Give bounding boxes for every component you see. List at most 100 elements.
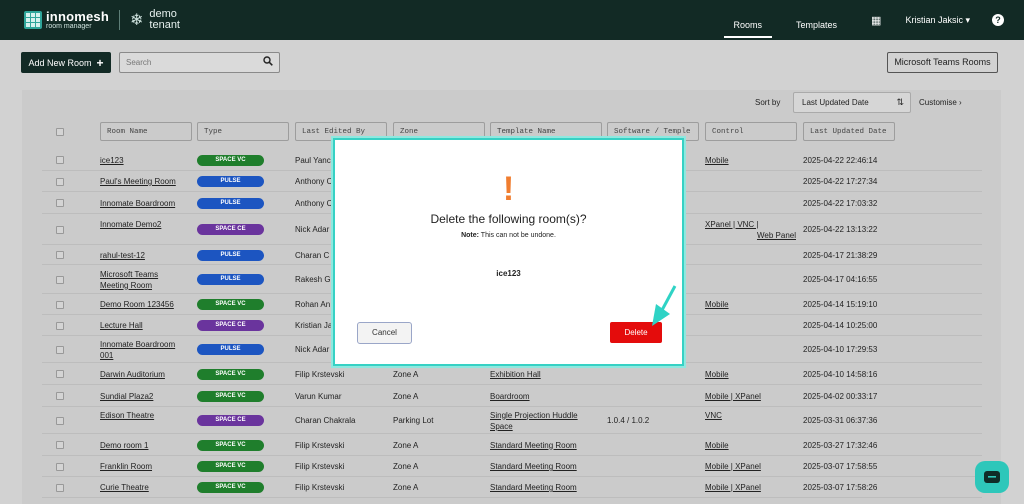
type-badge: SPACE VC [197,368,264,380]
sort-select[interactable]: Last Updated Date ⇅ [793,92,911,113]
row-checkbox[interactable] [56,177,64,186]
brand-name: innomesh [46,9,109,24]
last-updated-date: 2025-04-10 14:58:16 [803,369,878,379]
template-link[interactable]: Exhibition Hall [490,369,605,380]
room-name-link[interactable]: Microsoft Teams [100,269,195,280]
room-name-link[interactable]: Edison Theatre [100,410,195,421]
control-links[interactable]: Mobile [705,440,800,451]
room-name-link[interactable]: Franklin Room [100,461,195,472]
zone: Zone A [393,440,419,450]
control-links[interactable]: XPanel | VNC | [705,219,800,230]
sort-icon[interactable]: ⇅ [896,97,904,108]
control-links[interactable]: Mobile | XPanel [705,461,800,472]
warning-icon: ! [502,170,515,208]
template-link[interactable]: Standard Meeting Room [490,482,605,493]
row-checkbox[interactable] [56,483,64,492]
room-name-link[interactable]: Innomate Demo2 [100,219,195,230]
row-checkbox[interactable] [56,441,64,449]
column-header-last-updated-date[interactable]: Last Updated Date [803,122,895,141]
control-links[interactable]: Mobile [705,299,800,310]
column-header-type[interactable]: Type [197,122,289,141]
cancel-button[interactable]: Cancel [357,322,412,344]
last-updated-date: 2025-04-17 04:16:55 [803,275,878,284]
control-links[interactable]: Mobile | XPanel [705,391,800,402]
room-name-link[interactable]: Paul's Meeting Room [100,176,195,187]
sort-value: Last Updated Date [802,98,869,107]
room-name-link[interactable]: rahul-test-12 [100,250,195,261]
tenant-snowflake-icon: ❄ [130,12,144,29]
type-badge: PULSE [197,176,264,187]
row-checkbox[interactable] [56,370,64,378]
last-updated-date: 2025-04-14 10:25:00 [803,321,878,330]
select-all-checkbox[interactable] [56,128,64,136]
apps-grid-icon[interactable]: ▦ [871,14,881,27]
zone: Parking Lot [393,416,434,425]
last-edited-by: Varun Kumar [295,391,342,401]
last-updated-date: 2025-04-22 13:13:22 [803,225,878,234]
top-nav: Rooms Templates ▦ Kristian Jaksic ▾ ? [723,0,1024,40]
type-badge: PULSE [197,344,264,355]
room-name-link[interactable]: Demo room 1 [100,440,195,451]
template-link[interactable]: Boardroom [490,391,605,402]
type-badge: SPACE VC [197,482,264,493]
nav-templates[interactable]: Templates [796,0,837,40]
room-name-link[interactable]: Sundial Plaza2 [100,391,195,402]
control-links[interactable]: Mobile | XPanel [705,482,800,493]
row-checkbox[interactable] [56,251,64,259]
row-checkbox[interactable] [56,321,64,330]
room-name-link-line-2[interactable]: 001 [100,350,195,361]
last-updated-date: 2025-04-22 22:46:14 [803,155,878,165]
room-name-link[interactable]: Innomate Boardroom [100,198,195,209]
template-link[interactable]: Standard Meeting Room [490,440,605,451]
row-checkbox[interactable] [56,416,64,425]
column-header-control[interactable]: Control [705,122,797,141]
user-menu[interactable]: Kristian Jaksic ▾ [905,15,970,26]
room-name-link[interactable]: Curie Theatre [100,482,195,493]
row-checkbox[interactable] [56,462,64,471]
last-updated-date: 2025-03-27 17:32:46 [803,440,878,450]
room-name-link[interactable]: Innomate Boardroom [100,339,195,350]
template-link[interactable]: Single Projection Huddle [490,410,605,421]
control-links[interactable]: VNC [705,410,800,421]
row-checkbox[interactable] [56,300,64,309]
row-checkbox[interactable] [56,199,64,207]
last-updated-date: 2025-04-17 21:38:29 [803,250,878,260]
add-new-room-button[interactable]: Add New Room + [21,52,111,73]
row-checkbox[interactable] [56,345,64,354]
row-checkbox[interactable] [56,275,64,284]
chat-icon[interactable] [975,461,1009,493]
room-name-link[interactable]: Demo Room 123456 [100,299,195,310]
last-edited-by: Filip Krstevski [295,369,345,379]
template-link-line-2[interactable]: Space [490,421,605,432]
brand-logo[interactable]: innomesh room manager ❄ demo tenant [24,9,180,31]
control-link-web-panel[interactable]: Web Panel [757,230,807,241]
last-edited-by: Charan Chakrala [295,416,356,425]
add-room-label: Add New Room [28,57,92,68]
last-edited-by: Filip Krstevski [295,483,345,492]
last-updated-date: 2025-04-02 00:33:17 [803,391,878,401]
row-checkbox[interactable] [56,392,64,400]
sort-by-label: Sort by [755,98,781,107]
plus-icon: + [96,55,104,70]
row-checkbox[interactable] [56,156,64,164]
column-header-room-name[interactable]: Room Name [100,122,192,141]
room-name-link[interactable]: Darwin Auditorium [100,369,195,380]
row-checkbox[interactable] [56,225,64,234]
control-links[interactable]: Mobile [705,369,800,380]
template-link[interactable]: Standard Meeting Room [490,461,605,472]
control-links[interactable]: Mobile [705,155,800,166]
room-name-link[interactable]: Lecture Hall [100,320,195,331]
help-icon[interactable]: ? [992,14,1004,26]
customise-link[interactable]: Customise › [919,98,962,107]
software-version: 1.0.4 / 1.0.2 [607,416,650,425]
search-input[interactable]: Search [119,52,280,73]
search-placeholder: Search [126,58,152,67]
type-badge: SPACE VC [197,439,264,451]
type-badge: SPACE CE [197,415,264,426]
room-name-link[interactable]: ice123 [100,155,195,166]
last-edited-by: Filip Krstevski [295,440,345,450]
nav-rooms[interactable]: Rooms [723,0,772,40]
room-name-link-line-2[interactable]: Meeting Room [100,280,195,291]
microsoft-teams-rooms-button[interactable]: Microsoft Teams Rooms [887,52,998,73]
search-icon[interactable] [263,56,273,69]
